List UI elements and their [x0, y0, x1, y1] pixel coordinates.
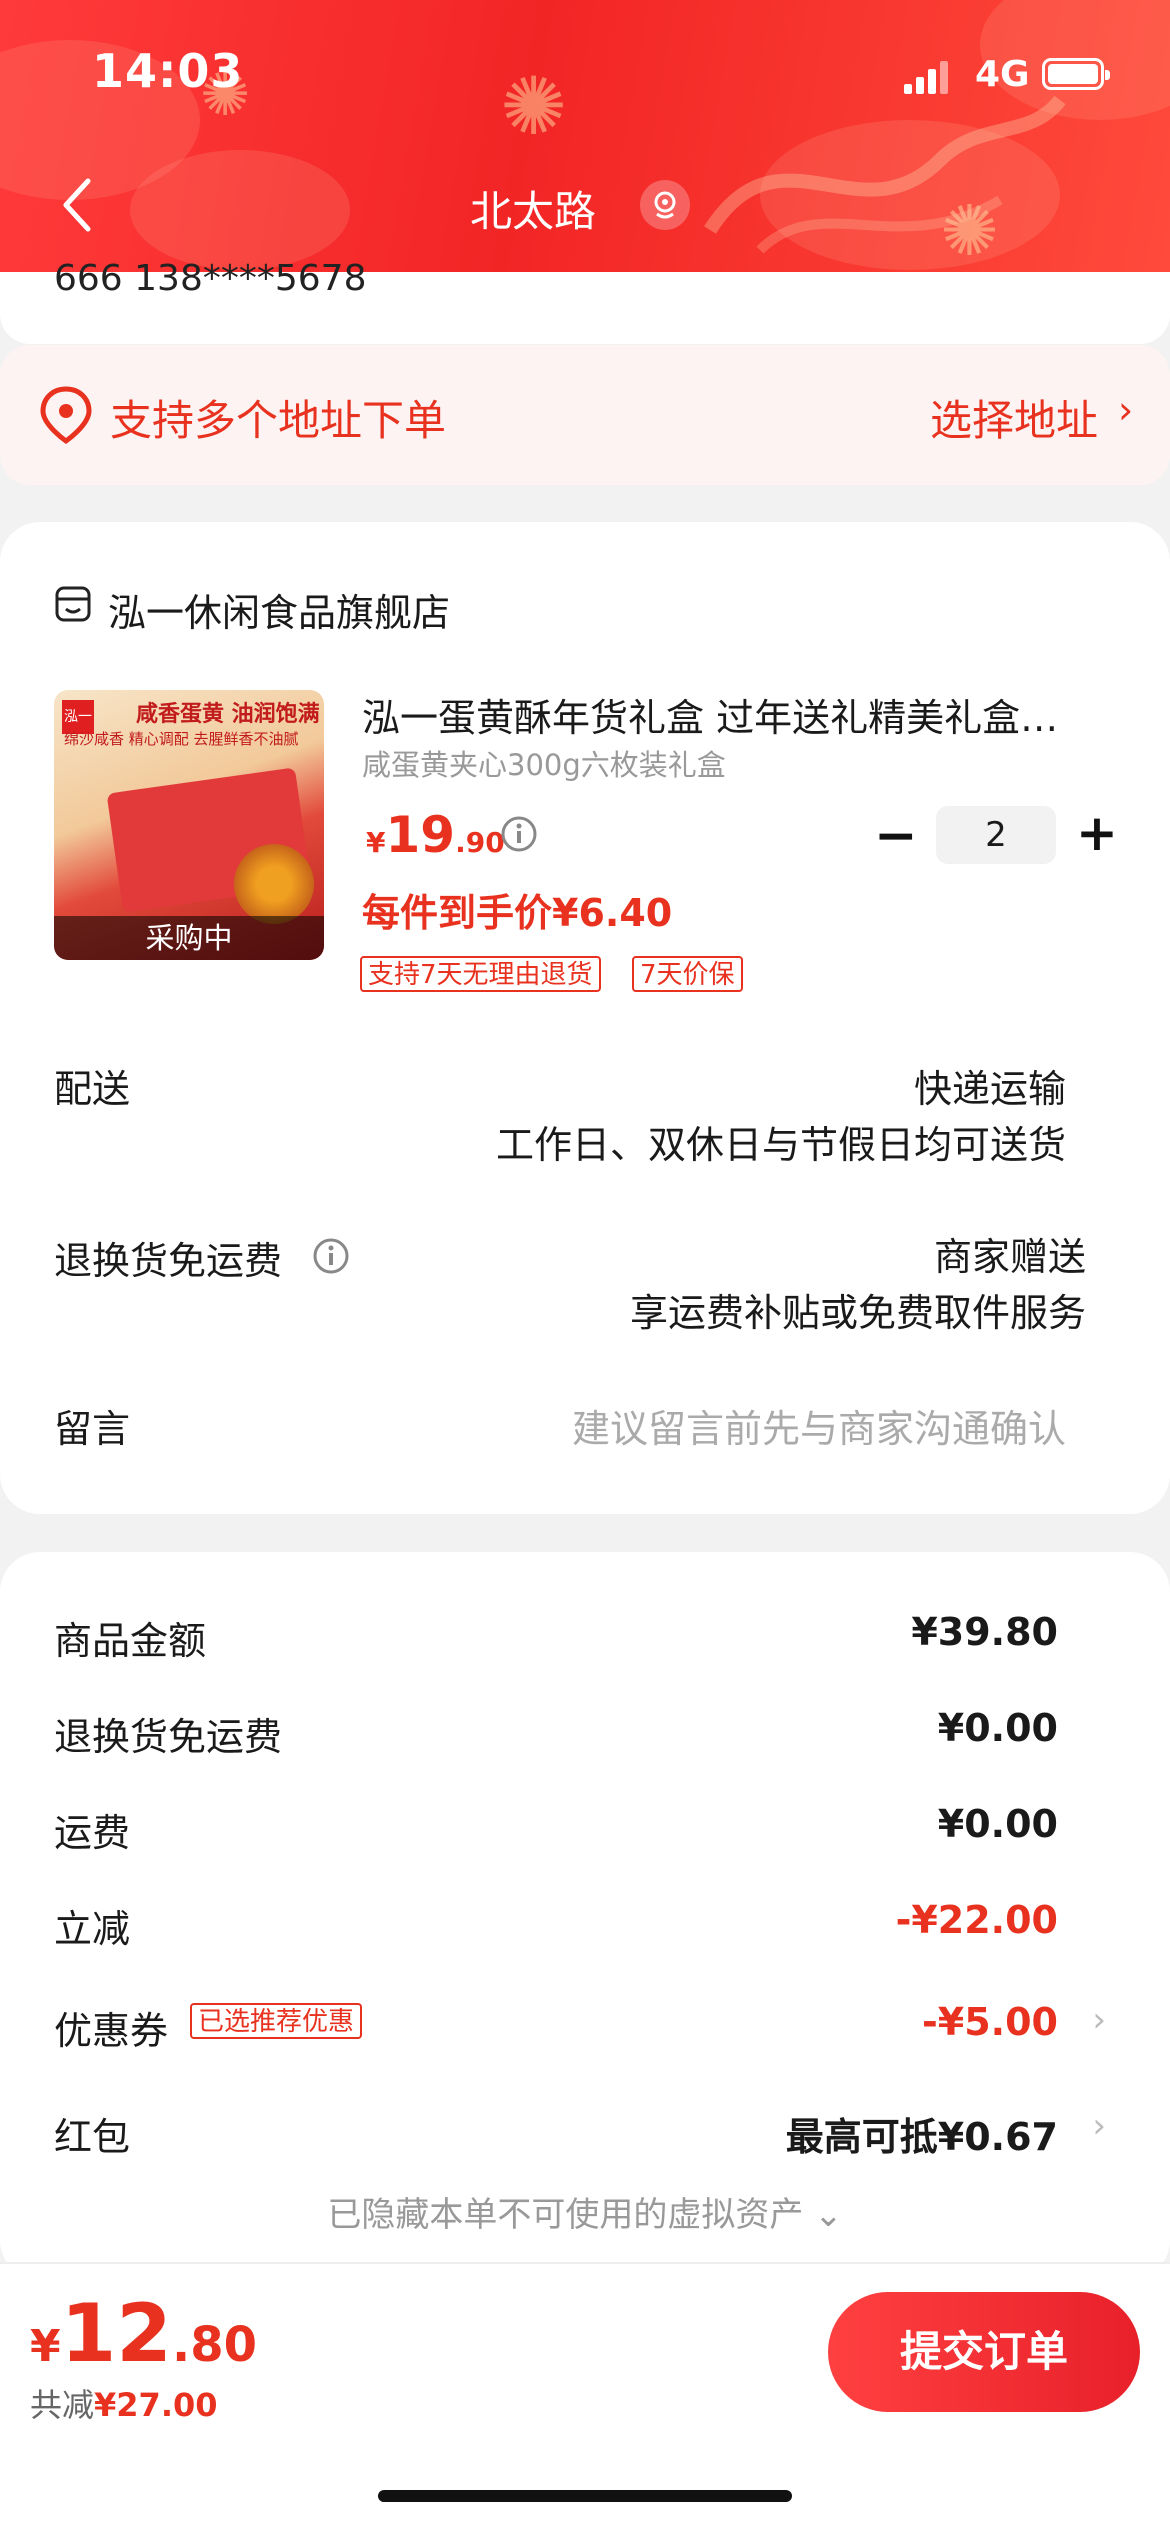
network-type: 4G — [975, 54, 1030, 95]
hidden-assets-toggle[interactable]: 已隐藏本单不可使用的虚拟资产 ⌄ — [0, 2187, 1170, 2236]
info-icon[interactable] — [500, 815, 538, 853]
unit-final-price: 每件到手价¥6.40 — [362, 891, 673, 935]
return-freight-label: 退换货免运费 — [54, 1239, 283, 1283]
quantity-field[interactable]: 2 — [936, 806, 1056, 864]
product-thumbnail[interactable]: 泓一 咸香蛋黄 油润饱满 绵沙咸香 精心调配 去腥鲜香不油腻 采购中 — [54, 690, 324, 960]
store-name[interactable]: 泓一休闲食品旗舰店 — [108, 582, 450, 637]
goods-amount-value: ¥39.80 — [911, 1610, 1058, 1654]
firework-icon: ✺ — [500, 60, 568, 153]
price-protect-tag: 7天价保 — [632, 956, 743, 992]
freight-value: ¥0.00 — [937, 1802, 1058, 1846]
product-title[interactable]: 泓一蛋黄酥年货礼盒 过年送礼精美礼盒… — [362, 687, 1102, 742]
total-saved[interactable]: 共减¥27.00 — [30, 2380, 218, 2426]
submit-order-button[interactable]: 提交订单 — [828, 2292, 1140, 2412]
discount-value: -¥22.00 — [895, 1898, 1058, 1942]
store-icon — [55, 586, 91, 622]
shipping-method[interactable]: 快递运输 — [914, 1058, 1066, 1113]
chevron-right-icon: › — [1118, 388, 1134, 432]
coupon-label[interactable]: 优惠券 — [54, 2000, 168, 2055]
address-phone: 666 138****5678 — [54, 258, 367, 299]
coupon-recommended-tag: 已选推荐优惠 — [190, 2003, 363, 2039]
info-icon[interactable] — [312, 1237, 350, 1275]
page-title: 北太路 — [470, 187, 597, 236]
thumb-subline: 绵沙咸香 精心调配 去腥鲜香不油腻 — [64, 730, 299, 748]
chevron-right-icon[interactable]: › — [1092, 2000, 1106, 2040]
discount-label: 立减 — [54, 1907, 131, 1951]
location-pin-icon — [40, 386, 92, 445]
choose-address-button[interactable]: 选择地址 — [930, 387, 1098, 448]
location-pin-icon[interactable] — [640, 180, 690, 230]
red-packet-value[interactable]: 最高可抵¥0.67 — [786, 2106, 1058, 2161]
return-freight-service: 享运费补贴或免费取件服务 — [629, 1291, 1086, 1335]
quantity-increase-button[interactable]: + — [1076, 808, 1118, 858]
freight-label: 运费 — [54, 1811, 131, 1855]
goods-amount-label: 商品金额 — [54, 1619, 207, 1663]
thumb-headline: 咸香蛋黄 油润饱满 — [136, 702, 320, 727]
shipping-label: 配送 — [54, 1067, 131, 1111]
signal-icon — [904, 60, 950, 94]
return-freight-provider: 商家赠送 — [933, 1235, 1086, 1279]
return-policy-tag: 支持7天无理由退货 — [360, 956, 601, 992]
product-price: ¥19.90 — [366, 806, 505, 864]
purchasing-badge: 采购中 — [54, 916, 324, 960]
chevron-right-icon[interactable]: › — [1092, 2106, 1106, 2146]
message-label: 留言 — [54, 1407, 131, 1451]
return-freight-summary-value: ¥0.00 — [937, 1706, 1058, 1750]
quantity-decrease-button[interactable]: − — [874, 810, 918, 862]
product-spec[interactable]: 咸蛋黄夹心300g六枚装礼盒 — [362, 742, 726, 784]
total-price: ¥12.80 — [30, 2287, 257, 2380]
order-goods-card — [0, 522, 1170, 1514]
shipping-schedule[interactable]: 工作日、双休日与节假日均可送货 — [496, 1114, 1066, 1169]
dragon-decoration-icon — [704, 95, 1066, 254]
coupon-value[interactable]: -¥5.00 — [922, 2000, 1058, 2044]
status-time: 14:03 — [92, 44, 244, 98]
red-packet-label[interactable]: 红包 — [54, 2106, 130, 2161]
multi-address-label: 支持多个地址下单 — [110, 396, 447, 445]
home-indicator[interactable] — [378, 2490, 792, 2502]
message-input[interactable]: 建议留言前先与商家沟通确认 — [572, 1398, 1066, 1453]
back-icon[interactable] — [58, 175, 98, 235]
return-freight-summary-label: 退换货免运费 — [54, 1715, 283, 1759]
battery-icon — [1042, 58, 1110, 90]
